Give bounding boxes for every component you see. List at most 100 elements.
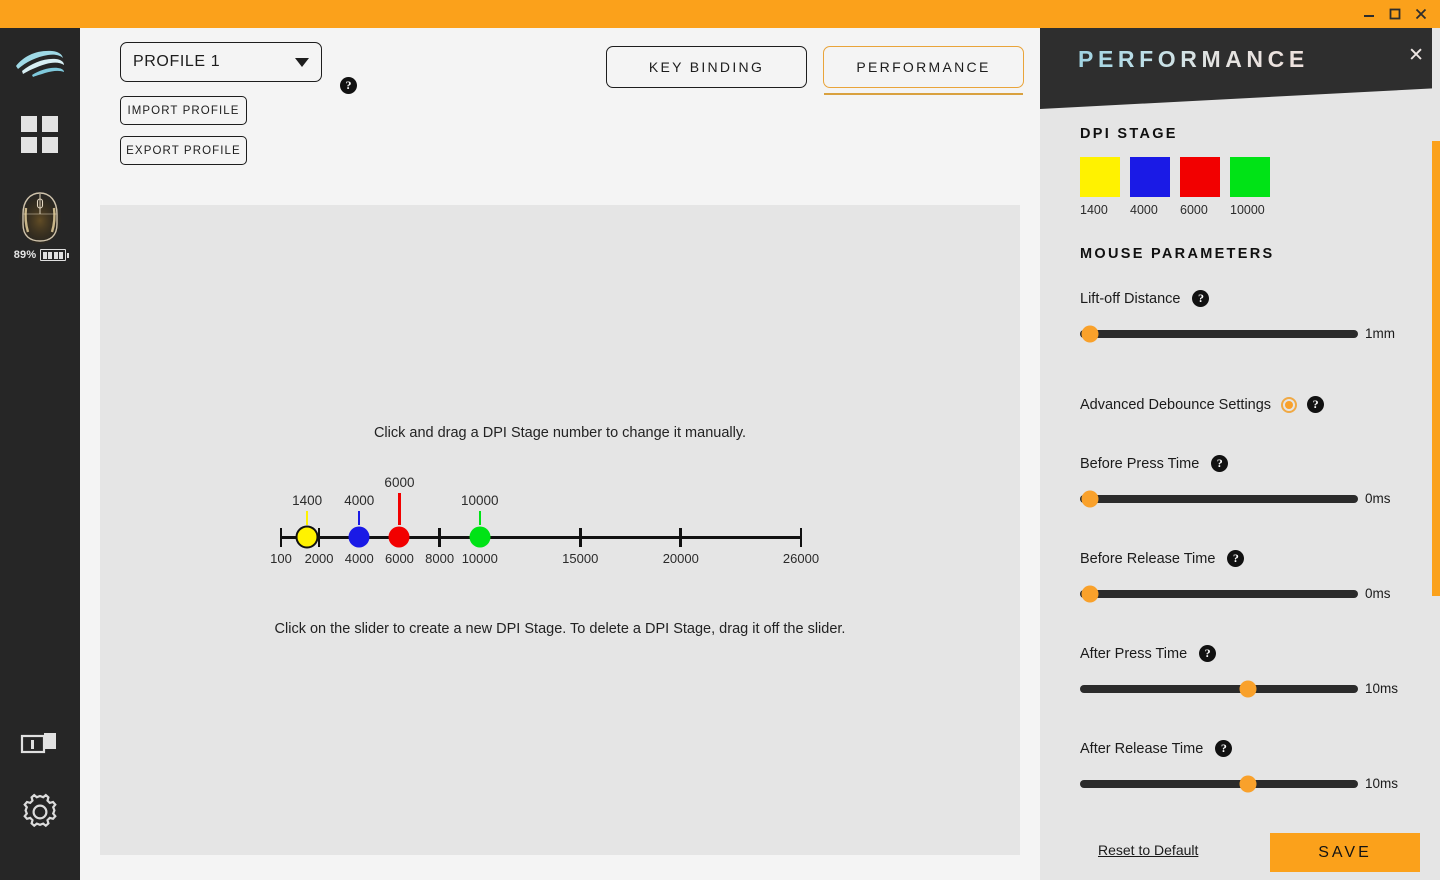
dpi-swatch-list: 1400 4000 6000 10000 xyxy=(1080,157,1270,217)
parameter-slider-thumb[interactable] xyxy=(1081,585,1099,602)
dpi-axis-tick-label: 4000 xyxy=(344,551,374,566)
dpi-axis-tick-label: 26000 xyxy=(782,551,820,566)
profile-select-value: PROFILE 1 xyxy=(133,53,221,70)
parameter-value-label: 0ms xyxy=(1365,586,1391,601)
parameter-slider-track[interactable] xyxy=(1080,775,1358,792)
parameter-help-icon[interactable]: ? xyxy=(1215,740,1233,757)
import-profile-button[interactable]: IMPORT PROFILE xyxy=(120,96,247,125)
dpi-axis-tick-label: 6000 xyxy=(384,551,414,566)
dpi-axis-tick xyxy=(679,528,683,547)
parameter-slider-thumb[interactable] xyxy=(1081,490,1099,507)
sidebar-item-device[interactable]: 89% xyxy=(13,190,70,261)
mouse-parameters-section-title: MOUSE PARAMETERS xyxy=(1080,246,1275,262)
dpi-swatch-color[interactable] xyxy=(1180,157,1220,197)
panel-scrollbar-track[interactable] xyxy=(1432,28,1440,880)
parameter-slider-track[interactable] xyxy=(1080,585,1358,602)
tab-performance[interactable]: PERFORMANCE xyxy=(823,46,1024,95)
parameter-slider-row: 0ms xyxy=(1080,585,1420,602)
dpi-axis-tick-label: 2000 xyxy=(304,551,334,566)
parameter-slider-row: 10ms xyxy=(1080,775,1420,792)
dpi-axis-tick xyxy=(578,528,582,547)
parameter-slider-row: 10ms xyxy=(1080,680,1420,697)
dashboard-grid-icon xyxy=(21,116,59,154)
parameter-group: Before Press Time? 0ms xyxy=(1080,455,1420,507)
parameter-label: After Press Time xyxy=(1080,645,1188,662)
dpi-swatch-item[interactable]: 4000 xyxy=(1130,157,1170,217)
parameter-label-row: After Press Time? xyxy=(1080,645,1420,662)
parameter-label: Before Press Time xyxy=(1080,455,1200,472)
dpi-canvas: Click and drag a DPI Stage number to cha… xyxy=(100,205,1020,855)
sidebar-item-macro[interactable] xyxy=(18,722,62,766)
dpi-stage-value-label[interactable]: 10000 xyxy=(461,493,499,508)
parameter-help-icon[interactable]: ? xyxy=(1227,550,1245,567)
save-button[interactable]: SAVE xyxy=(1270,833,1420,872)
parameter-help-icon[interactable]: ? xyxy=(1199,645,1217,662)
macro-icon xyxy=(20,733,56,754)
sidebar-item-settings[interactable] xyxy=(18,790,62,834)
advanced-debounce-toggle[interactable] xyxy=(1281,396,1298,413)
parameter-slider-thumb[interactable] xyxy=(1239,680,1257,697)
dpi-stage-handle[interactable] xyxy=(388,526,410,548)
dpi-swatch-color[interactable] xyxy=(1130,157,1170,197)
advanced-debounce-help-icon[interactable]: ? xyxy=(1307,396,1325,413)
dpi-swatch-item[interactable]: 1400 xyxy=(1080,157,1120,217)
close-icon[interactable] xyxy=(1408,1,1434,27)
dpi-stage-value-label[interactable]: 4000 xyxy=(344,493,374,508)
dpi-stage-handle[interactable] xyxy=(295,525,319,549)
pulsar-logo-icon xyxy=(12,42,68,82)
dpi-swatch-item[interactable]: 10000 xyxy=(1230,157,1270,217)
tab-bar: KEY BINDING PERFORMANCE xyxy=(606,46,1024,95)
reset-to-default-link[interactable]: Reset to Default xyxy=(1098,842,1198,858)
profile-select[interactable]: PROFILE 1 xyxy=(120,42,322,82)
dpi-stage-handle[interactable] xyxy=(469,526,491,548)
dpi-stage-value-label[interactable]: 6000 xyxy=(384,475,414,490)
sidebar-item-dashboard[interactable] xyxy=(19,114,61,156)
tab-key-binding[interactable]: KEY BINDING xyxy=(606,46,807,88)
dpi-stage-stem xyxy=(306,511,309,525)
dpi-axis-tick-label: 100 xyxy=(270,551,292,566)
dpi-axis-tick xyxy=(279,528,283,547)
parameter-slider-track[interactable] xyxy=(1080,680,1358,697)
dpi-swatch-item[interactable]: 6000 xyxy=(1180,157,1220,217)
dpi-swatch-color[interactable] xyxy=(1080,157,1120,197)
dpi-axis-tick-label: 20000 xyxy=(662,551,699,566)
battery-percent-label: 89% xyxy=(13,249,37,261)
left-sidebar: 89% xyxy=(0,28,80,880)
parameter-value-label: 1mm xyxy=(1365,326,1395,341)
advanced-debounce-toggle-dot xyxy=(1285,400,1294,409)
parameter-help-icon[interactable]: ? xyxy=(1192,290,1210,307)
parameter-slider-track[interactable] xyxy=(1080,490,1358,507)
settings-gear-icon xyxy=(23,793,57,828)
dpi-stage-slider[interactable]: 100 2000 4000 6000 8000 10000 15000 20000 26000 1… xyxy=(270,475,821,583)
dpi-stage-handle[interactable] xyxy=(348,526,370,548)
export-profile-button[interactable]: EXPORT PROFILE xyxy=(120,136,247,165)
dpi-swatch-label: 6000 xyxy=(1180,203,1208,217)
dpi-stage-stem xyxy=(398,493,401,525)
dpi-axis-tick xyxy=(438,528,441,547)
panel-title: PERFORMANCE xyxy=(1078,46,1309,72)
maximize-icon[interactable] xyxy=(1382,1,1408,27)
advanced-debounce-row: Advanced Debounce Settings? xyxy=(1080,396,1420,413)
parameter-group: After Release Time? 10ms xyxy=(1080,740,1420,792)
parameter-label-row: Before Release Time? xyxy=(1080,550,1420,567)
parameter-slider-thumb[interactable] xyxy=(1081,325,1099,342)
parameter-help-icon[interactable]: ? xyxy=(1211,455,1229,472)
parameter-group: After Press Time? 10ms xyxy=(1080,645,1420,697)
panel-scrollbar-thumb[interactable] xyxy=(1432,141,1440,596)
dpi-swatch-color[interactable] xyxy=(1230,157,1270,197)
dpi-swatch-label: 4000 xyxy=(1130,203,1158,217)
dpi-axis-tick xyxy=(799,528,803,547)
profile-help-icon[interactable]: ? xyxy=(340,77,357,94)
parameter-label-row: Lift-off Distance? xyxy=(1080,290,1420,307)
parameter-slider-track[interactable] xyxy=(1080,325,1358,342)
dpi-swatch-label: 1400 xyxy=(1080,203,1108,217)
parameter-value-label: 0ms xyxy=(1365,491,1391,506)
panel-close-icon[interactable]: ✕ xyxy=(1408,46,1424,65)
dpi-stage-value-label[interactable]: 1400 xyxy=(292,493,322,508)
parameter-slider-thumb[interactable] xyxy=(1239,775,1257,792)
minimize-icon[interactable] xyxy=(1356,1,1382,27)
parameter-label-row: After Release Time? xyxy=(1080,740,1420,757)
parameter-slider-row: 1mm xyxy=(1080,325,1420,342)
window-titlebar xyxy=(0,0,1440,28)
dpi-axis-tick-label: 8000 xyxy=(425,551,455,566)
